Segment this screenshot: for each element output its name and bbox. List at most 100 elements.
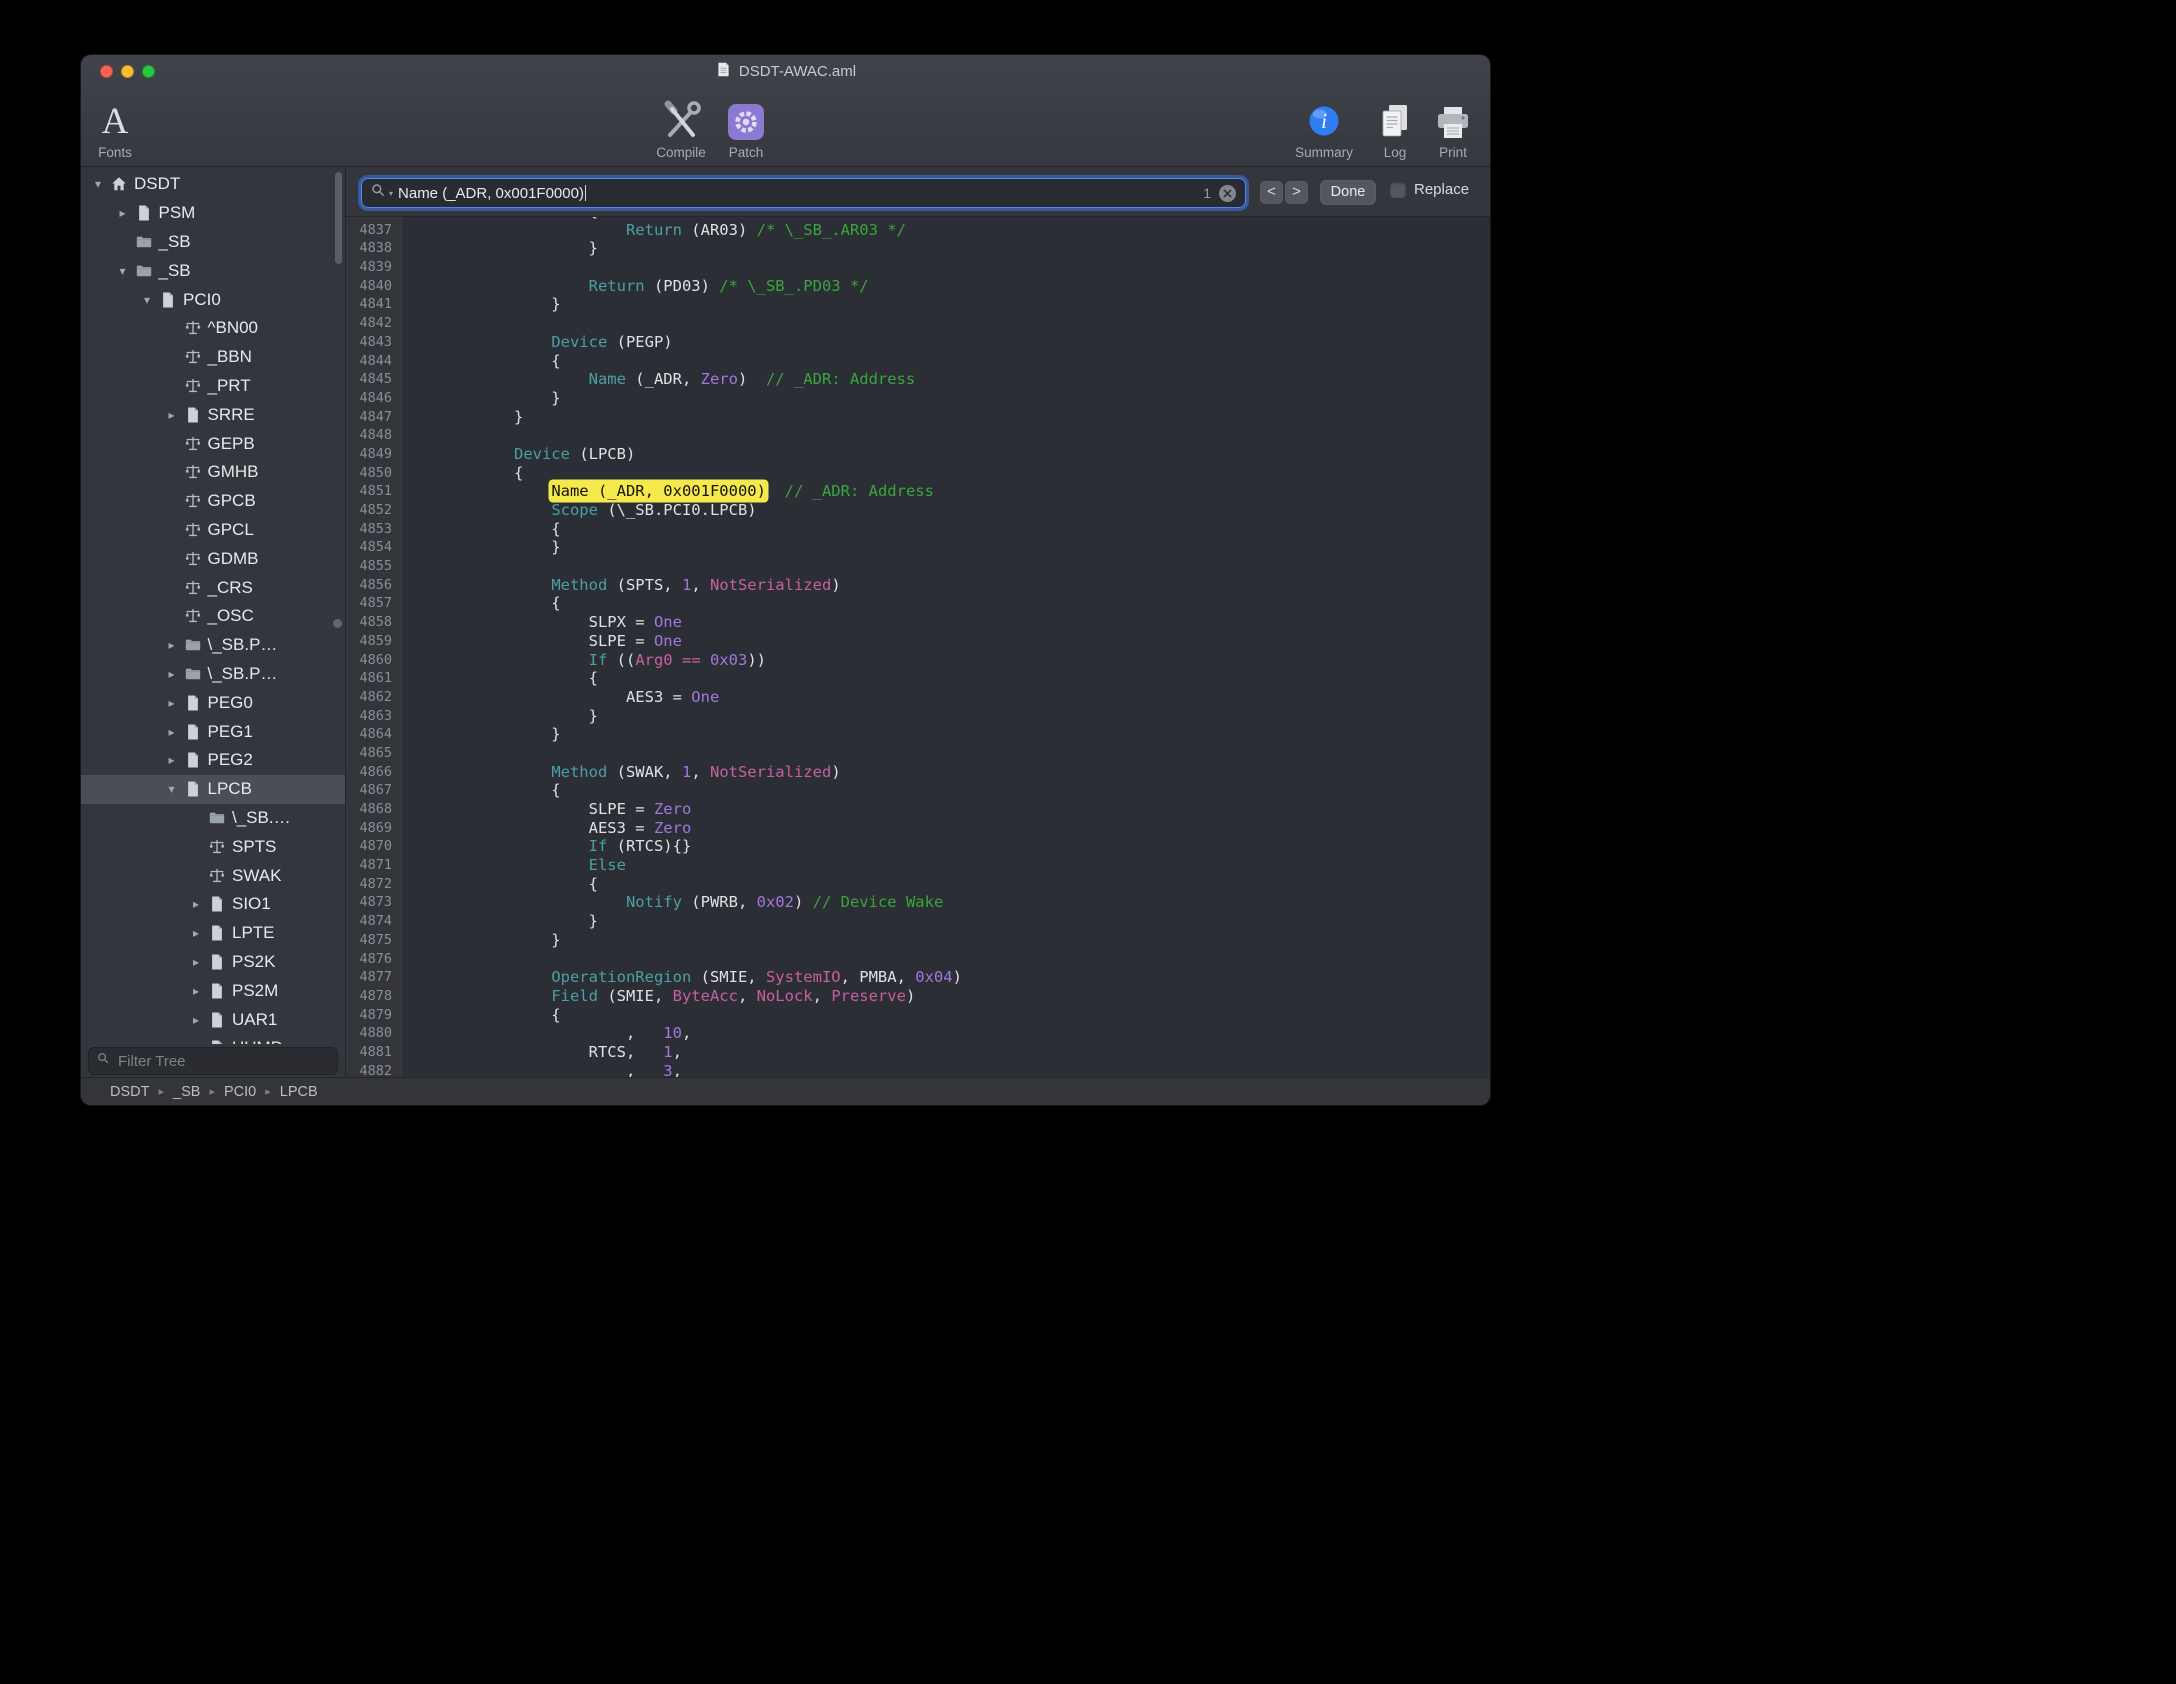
code-line (402, 258, 1490, 277)
disclosure-triangle[interactable]: ▸ (163, 638, 181, 652)
code-token: Return (626, 221, 682, 239)
tree-item-swak[interactable]: SWAK (81, 861, 345, 890)
tree-item-dsdt[interactable]: ▾DSDT (81, 170, 345, 199)
code-editor[interactable]: 4836483748384839484048414842484348444845… (346, 217, 1490, 1078)
tree-item-sb[interactable]: \_SB.… (81, 804, 345, 833)
search-menu-chevron-icon[interactable]: ▾ (389, 189, 393, 198)
tree-item-sbp[interactable]: ▸\_SB.P… (81, 660, 345, 689)
code-line: If (RTCS){} (402, 837, 1490, 856)
breadcrumb-separator-icon: ▸ (265, 1085, 271, 1098)
breadcrumb-separator-icon: ▸ (158, 1085, 164, 1098)
tree-item-gepb[interactable]: GEPB (81, 429, 345, 458)
tree-item-sb[interactable]: _SB (81, 228, 345, 257)
search-icon[interactable] (371, 183, 386, 203)
disclosure-triangle[interactable]: ▸ (163, 696, 181, 710)
code-token: (( (607, 651, 635, 669)
code-token: == (682, 651, 701, 669)
line-number: 4879 (346, 1006, 401, 1025)
breadcrumb-item-sb[interactable]: _SB (173, 1084, 200, 1100)
done-button[interactable]: Done (1320, 180, 1376, 205)
tree-item-lpte[interactable]: ▸LPTE (81, 919, 345, 948)
tree-item-gpcb[interactable]: GPCB (81, 487, 345, 516)
line-number: 4864 (346, 725, 401, 744)
tree-item-crs[interactable]: _CRS (81, 573, 345, 602)
code-token: Return (589, 277, 645, 295)
compile-button[interactable]: Compile (647, 90, 715, 160)
code-token: { (402, 352, 561, 370)
replace-checkbox[interactable] (1390, 182, 1406, 198)
disclosure-triangle[interactable]: ▸ (163, 725, 181, 739)
tree-item-sio1[interactable]: ▸SIO1 (81, 890, 345, 919)
patch-button[interactable]: Patch (721, 90, 771, 160)
code-token: 3 (663, 1062, 672, 1078)
disclosure-triangle[interactable]: ▾ (163, 782, 181, 796)
tree-item-peg1[interactable]: ▸PEG1 (81, 717, 345, 746)
line-number: 4882 (346, 1062, 401, 1078)
match-count: 1 (1203, 185, 1211, 201)
clear-search-button[interactable] (1219, 185, 1236, 202)
tree-item-peg0[interactable]: ▸PEG0 (81, 688, 345, 717)
tree-item-gmhb[interactable]: GMHB (81, 458, 345, 487)
filter-tree-input[interactable] (116, 1052, 329, 1071)
log-button[interactable]: Log (1373, 90, 1417, 160)
tree-item-bn00[interactable]: ^BN00 (81, 314, 345, 343)
tree-item-humd[interactable]: ▸HUMD (81, 1034, 345, 1044)
tree-item-osc[interactable]: _OSC (81, 602, 345, 631)
breadcrumb-item-pci0[interactable]: PCI0 (224, 1084, 256, 1100)
tree-item-bbn[interactable]: _BBN (81, 343, 345, 372)
disclosure-triangle[interactable]: ▾ (138, 293, 156, 307)
tree-item-uar1[interactable]: ▸UAR1 (81, 1005, 345, 1034)
disclosure-triangle[interactable]: ▸ (187, 984, 205, 998)
tree-item-sbp[interactable]: ▸ \_SB.P… (81, 631, 345, 660)
tree-item-ps2k[interactable]: ▸PS2K (81, 948, 345, 977)
breadcrumb-item-dsdt[interactable]: DSDT (110, 1084, 149, 1100)
tree-item-pci0[interactable]: ▾PCI0 (81, 285, 345, 314)
line-number: 4865 (346, 744, 401, 763)
tree-item-lpcb[interactable]: ▾LPCB (81, 775, 345, 804)
disclosure-triangle[interactable]: ▸ (163, 753, 181, 767)
text-caret (585, 185, 587, 201)
tree-item-psm[interactable]: ▸PSM (81, 199, 345, 228)
fonts-button[interactable]: A Fonts (91, 90, 139, 160)
code-line: Field (SMIE, ByteAcc, NoLock, Preserve) (402, 987, 1490, 1006)
disclosure-triangle[interactable]: ▾ (114, 264, 132, 278)
breadcrumb-item-lpcb[interactable]: LPCB (280, 1084, 318, 1100)
disclosure-triangle[interactable]: ▸ (187, 897, 205, 911)
code-token: Notify (626, 893, 682, 911)
tree-item-gdmb[interactable]: GDMB (81, 544, 345, 573)
tree-item-srre[interactable]: ▸SRRE (81, 400, 345, 429)
find-next-button[interactable]: > (1285, 181, 1308, 204)
line-number: 4854 (346, 538, 401, 557)
tree-item-gpcl[interactable]: GPCL (81, 516, 345, 545)
code-token: ) (794, 893, 813, 911)
disclosure-triangle[interactable]: ▸ (114, 206, 132, 220)
scale-icon (181, 550, 205, 568)
disclosure-triangle[interactable]: ▸ (187, 926, 205, 940)
zoom-button[interactable] (142, 65, 155, 78)
code-token: SLPE = (402, 800, 654, 818)
tree-item-prt[interactable]: _PRT (81, 372, 345, 401)
filter-bar (81, 1044, 345, 1078)
minimize-button[interactable] (121, 65, 134, 78)
summary-button[interactable]: i Summary (1288, 90, 1360, 160)
print-button[interactable]: Print (1429, 90, 1477, 160)
tree-item-spts[interactable]: SPTS (81, 832, 345, 861)
tree-item-sb[interactable]: ▾_SB (81, 256, 345, 285)
sidebar-scrollbar[interactable] (335, 172, 342, 264)
disclosure-triangle[interactable]: ▸ (187, 955, 205, 969)
disclosure-triangle[interactable]: ▸ (187, 1013, 205, 1027)
splitter-handle[interactable] (333, 619, 342, 628)
disclosure-triangle[interactable]: ▸ (163, 408, 181, 422)
filter-field[interactable] (88, 1047, 338, 1075)
disclosure-triangle[interactable]: ▾ (89, 177, 107, 191)
find-previous-button[interactable]: < (1260, 181, 1283, 204)
code-area[interactable]: { Return (AR03) /* \_SB_.AR03 */ } Retur… (402, 217, 1490, 1078)
doc-icon (181, 780, 205, 798)
search-input[interactable]: ▾ Name (_ADR, 0x001F0000) 1 (361, 178, 1246, 208)
close-button[interactable] (100, 65, 113, 78)
tree-item-ps2m[interactable]: ▸PS2M (81, 976, 345, 1005)
disclosure-triangle[interactable]: ▸ (163, 667, 181, 681)
code-line: } (402, 389, 1490, 408)
tree-item-label: \_SB.P… (208, 635, 278, 655)
tree-item-peg2[interactable]: ▸PEG2 (81, 746, 345, 775)
